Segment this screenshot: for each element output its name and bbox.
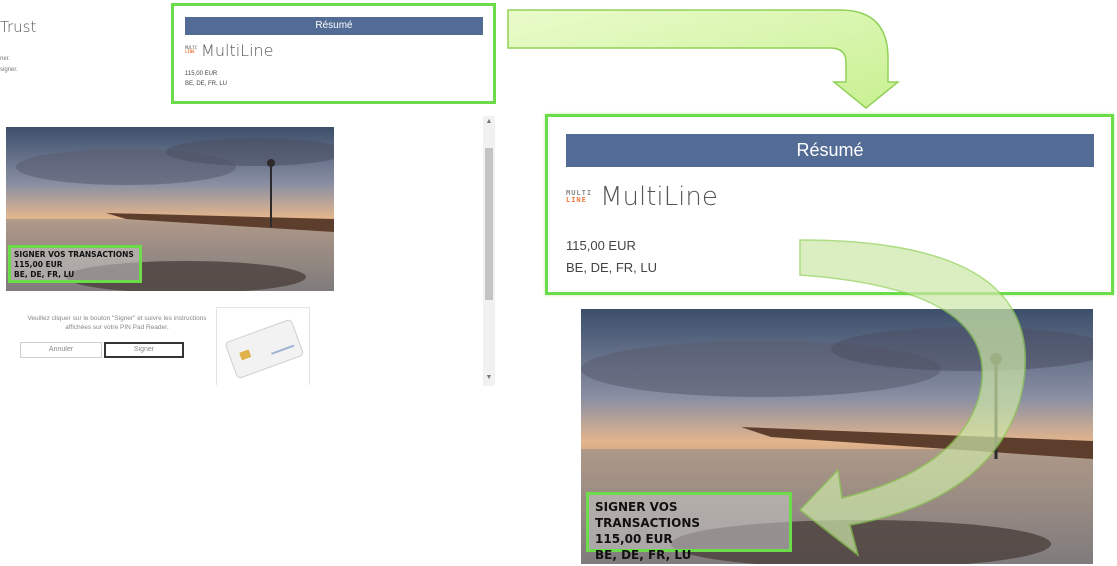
intro-text-line: signer. (0, 67, 18, 73)
logo-text: MultiLine (600, 182, 718, 212)
multiline-logo-icon: MULTI LINE (185, 45, 198, 54)
summary-header: Résumé (566, 134, 1094, 167)
bank-card-icon (225, 319, 304, 379)
scroll-down-icon[interactable]: ▼ (483, 372, 495, 384)
multiline-logo-icon: MULTI LINE (566, 189, 593, 204)
multiline-logo: MULTI LINE MultiLine (566, 175, 1094, 219)
cancel-button[interactable]: Annuler (20, 342, 102, 358)
instructions-text: Veuillez cliquer sur le bouton "Signer" … (27, 315, 207, 331)
sign-button[interactable]: Signer (104, 342, 184, 358)
summary-header: Résumé (185, 17, 483, 35)
card-image-panel (216, 307, 310, 385)
brand-title: Trust (0, 18, 37, 36)
summary-box: Résumé MULTI LINE MultiLine 115,00 EUR B… (171, 3, 496, 104)
logo-text: MultiLine (201, 40, 274, 60)
transaction-label: SIGNER VOS TRANSACTIONS 115,00 EUR BE, D… (8, 245, 142, 283)
arrow-icon (507, 9, 901, 109)
summary-details: 115,00 EUR BE, DE, FR, LU (566, 235, 1094, 279)
intro-text-line: ner. (0, 56, 11, 62)
summary-countries: BE, DE, FR, LU (566, 260, 658, 275)
scroll-up-icon[interactable]: ▲ (483, 116, 495, 128)
scrollbar-thumb[interactable] (485, 148, 493, 300)
transaction-label: SIGNER VOS TRANSACTIONS 115,00 EUR BE, D… (586, 492, 792, 562)
summary-countries: BE, DE, FR, LU (185, 81, 228, 87)
multiline-logo: MULTI LINE MultiLine (185, 39, 483, 61)
transaction-photo: SIGNER VOS TRANSACTIONS 115,00 EUR BE, D… (6, 127, 334, 291)
summary-box-zoomed: Résumé MULTI LINE MultiLine 115,00 EUR B… (545, 114, 1114, 295)
summary-details: 115,00 EUR BE, DE, FR, LU (185, 69, 483, 89)
transaction-photo-zoomed: SIGNER VOS TRANSACTIONS 115,00 EUR BE, D… (581, 309, 1093, 564)
summary-amount: 115,00 EUR (185, 71, 218, 77)
summary-amount: 115,00 EUR (566, 238, 636, 253)
